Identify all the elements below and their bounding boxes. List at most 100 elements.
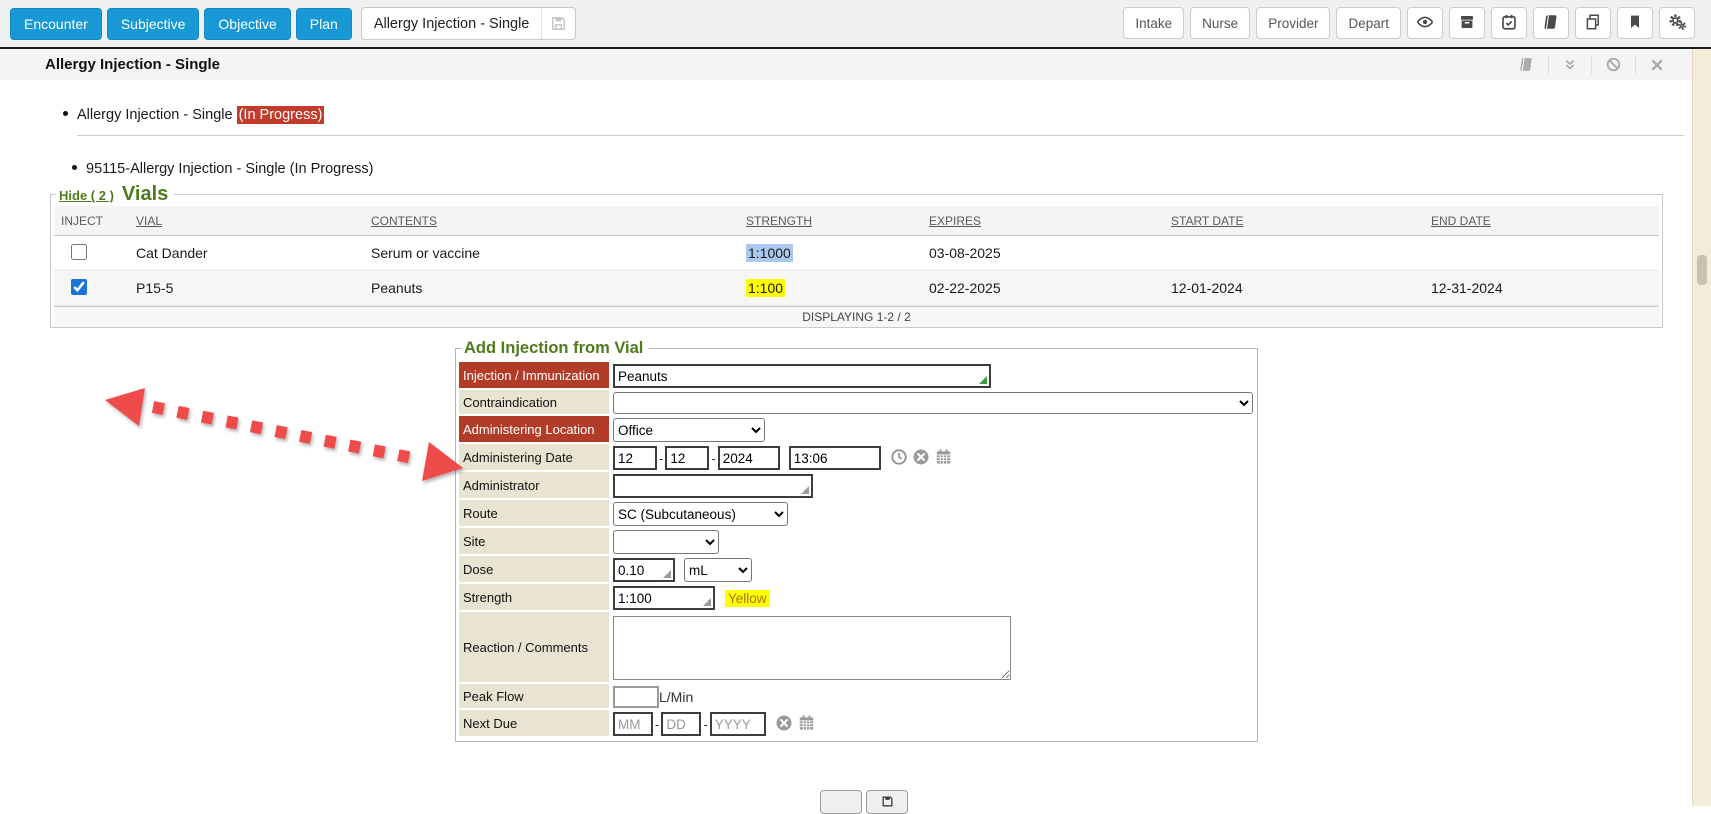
subjective-button[interactable]: Subjective [107,8,200,40]
reaction-label: Reaction / Comments [459,612,609,684]
disable-icon[interactable] [1591,56,1635,74]
next-due-year-input[interactable] [710,712,766,736]
hide-vials-link[interactable]: Hide ( 2 ) [59,188,114,203]
intake-button[interactable]: Intake [1123,7,1184,39]
column-end-date[interactable]: END DATE [1424,214,1659,228]
vertical-scrollbar[interactable] [1692,49,1711,806]
vial-cell: P15-5 [129,280,364,296]
vial-cell: Cat Dander [129,245,364,261]
plan-button[interactable]: Plan [296,8,352,40]
dose-unit-select[interactable]: mL [684,558,752,582]
nurse-button[interactable]: Nurse [1190,7,1250,39]
table-row: Cat Dander Serum or vaccine 1:1000 03-08… [54,236,1659,271]
injection-input[interactable] [613,364,991,388]
contraindication-select[interactable] [613,392,1253,414]
save-icon [881,795,894,813]
next-due-label: Next Due [459,710,609,738]
vials-section: Hide ( 2 ) Vials INJECT VIAL CONTENTS ST… [50,183,1663,328]
clock-icon[interactable] [890,448,908,469]
column-expires[interactable]: EXPIRES [922,214,1164,228]
admin-date-month-input[interactable] [613,446,657,470]
strength-cell-highlighted: 1:100 [746,279,785,297]
book-button[interactable] [1533,7,1569,39]
next-due-month-input[interactable] [613,712,653,736]
bottom-toolbar-button[interactable] [820,790,862,814]
column-contents[interactable]: CONTENTS [364,214,739,228]
strength-label: Strength [459,584,609,612]
annotation-arrow [95,380,475,490]
copy-icon [1584,13,1602,34]
site-select[interactable] [613,530,719,554]
location-select[interactable]: Office [613,418,765,442]
calendar-check-button[interactable] [1491,7,1527,39]
administrator-label: Administrator [459,472,609,500]
form-row-injection: Injection / Immunization [459,362,1254,390]
save-icon[interactable] [541,8,575,39]
eye-button[interactable] [1407,7,1443,39]
settings-button[interactable] [1659,7,1695,39]
top-toolbar: Encounter Subjective Objective Plan Alle… [0,0,1711,47]
bookmark-button[interactable] [1617,7,1653,39]
content-area: Allergy Injection - Single (In Progress)… [0,80,1692,806]
column-vial[interactable]: VIAL [129,214,364,228]
calendar-icon[interactable] [797,713,816,735]
column-start-date[interactable]: START DATE [1164,214,1424,228]
calendar-icon[interactable] [934,447,953,469]
eye-icon [1415,12,1435,35]
admin-time-input[interactable] [789,446,881,470]
add-injection-form: Add Injection from Vial Injection / Immu… [455,339,1258,742]
status-line-1-text: Allergy Injection - Single [77,107,233,123]
form-row-contraindication: Contraindication [459,390,1254,416]
date-separator: - [703,717,707,732]
date-separator: - [659,451,663,466]
form-row-peak-flow: Peak Flow L/Min [459,684,1254,710]
panel-book-icon[interactable] [1505,56,1548,74]
book-icon [1542,13,1560,34]
status-line-1: Allergy Injection - Single (In Progress) [63,107,1692,123]
reaction-textarea[interactable] [613,616,1011,680]
clear-date-icon[interactable] [775,714,793,735]
in-progress-badge: (In Progress) [237,106,325,124]
form-row-site: Site [459,528,1254,556]
date-separator: - [655,717,659,732]
contraindication-label: Contraindication [459,390,609,416]
admin-date-day-input[interactable] [665,446,709,470]
inject-checkbox-row1[interactable] [71,244,87,260]
dose-input[interactable] [613,558,675,582]
admin-date-year-input[interactable] [718,446,780,470]
encounter-button[interactable]: Encounter [10,8,102,40]
bullet-icon [63,111,68,116]
site-label: Site [459,528,609,556]
page-title: Allergy Injection - Single [45,56,220,73]
inject-checkbox-row2[interactable] [71,279,87,295]
bullet-icon [72,165,77,170]
end-date-cell: 12-31-2024 [1424,280,1659,296]
route-select[interactable]: SC (Subcutaneous) [613,502,788,526]
provider-button[interactable]: Provider [1256,7,1330,39]
scrollbar-thumb[interactable] [1697,255,1707,285]
archive-button[interactable] [1449,7,1485,39]
admin-date-label: Administering Date [459,444,609,472]
administrator-input[interactable] [613,474,813,498]
expires-cell: 03-08-2025 [922,245,1164,261]
bottom-save-button[interactable] [866,790,908,814]
peak-flow-input[interactable] [613,686,659,708]
column-strength[interactable]: STRENGTH [739,214,922,228]
status-line-2: 95115-Allergy Injection - Single (In Pro… [72,161,1692,177]
route-label: Route [459,500,609,528]
table-row: P15-5 Peanuts 1:100 02-22-2025 12-01-202… [54,271,1659,306]
start-date-cell: 12-01-2024 [1164,280,1424,296]
form-row-location: Administering Location Office [459,416,1254,444]
collapse-icon[interactable] [1548,56,1591,74]
objective-button[interactable]: Objective [204,8,290,40]
strength-input[interactable] [613,586,715,610]
document-tab[interactable]: Allergy Injection - Single [361,7,577,40]
next-due-day-input[interactable] [661,712,701,736]
clear-date-icon[interactable] [912,448,930,469]
depart-button[interactable]: Depart [1336,7,1401,39]
close-icon[interactable] [1635,56,1678,74]
copy-button[interactable] [1575,7,1611,39]
form-heading: Add Injection from Vial [462,339,649,358]
form-row-route: Route SC (Subcutaneous) [459,500,1254,528]
strength-color-note: Yellow [725,590,770,607]
